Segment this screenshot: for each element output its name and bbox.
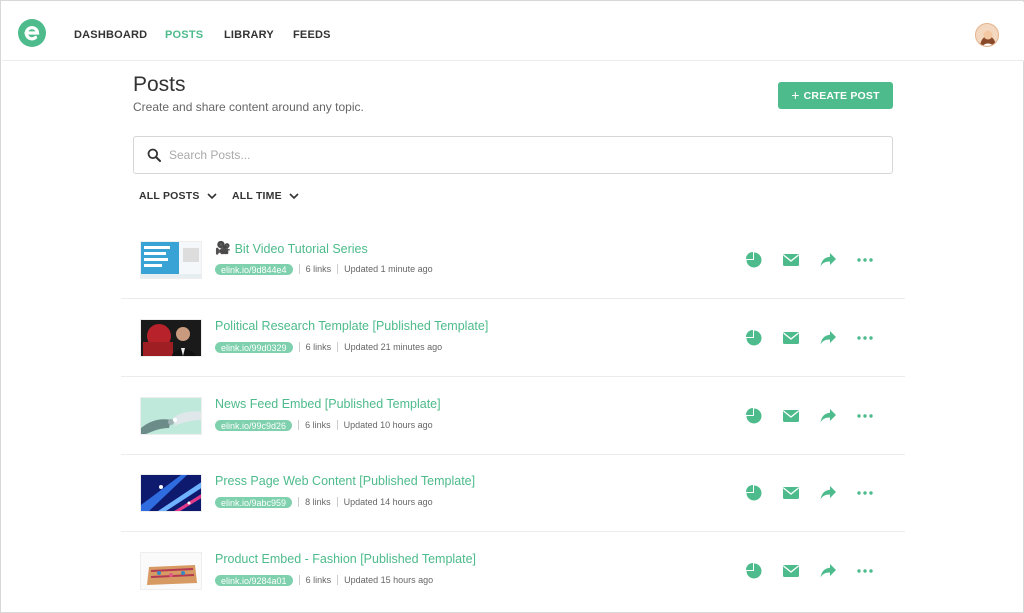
analytics-pie-icon[interactable] [745, 407, 763, 425]
post-thumbnail[interactable] [140, 319, 202, 357]
meta-divider [336, 497, 338, 507]
email-icon[interactable] [782, 329, 800, 347]
filter-time-label: ALL TIME [232, 190, 282, 202]
top-nav: DASHBOARD POSTS LIBRARY FEEDS [2, 2, 1024, 61]
post-row[interactable]: Press Page Web Content [Published Templa… [121, 454, 905, 532]
post-title: Political Research Template [Published T… [215, 319, 489, 333]
post-updated-time: Updated 10 hours ago [343, 420, 433, 430]
post-title: News Feed Embed [Published Template] [215, 397, 441, 411]
analytics-pie-icon[interactable] [745, 562, 763, 580]
nav-feeds[interactable]: FEEDS [293, 29, 331, 41]
plus-icon: + [791, 87, 800, 103]
post-link-count: 6 links [305, 420, 331, 430]
create-post-button[interactable]: + CREATE POST [778, 82, 893, 109]
filter-time-dropdown[interactable]: ALL TIME [232, 190, 299, 202]
avatar-portrait-icon [976, 24, 998, 46]
post-title-link[interactable]: 🎥 Bit Video Tutorial Series [215, 241, 368, 256]
post-updated-time: Updated 21 minutes ago [344, 342, 443, 352]
video-camera-icon: 🎥 [215, 241, 231, 255]
search-box [133, 136, 893, 174]
post-updated-time: Updated 1 minute ago [344, 264, 433, 274]
create-post-label: CREATE POST [803, 89, 880, 102]
post-link-count: 6 links [305, 264, 332, 274]
meta-divider [336, 420, 338, 430]
user-avatar[interactable] [975, 23, 999, 47]
post-short-link[interactable]: elink.io/9abc959 [215, 496, 293, 508]
post-short-link[interactable]: elink.io/99d0329 [215, 341, 293, 353]
meta-divider [298, 264, 300, 274]
more-options-icon[interactable] [856, 407, 874, 425]
share-arrow-icon[interactable] [819, 251, 837, 269]
meta-divider [337, 575, 339, 585]
chevron-down-icon [206, 192, 217, 199]
post-meta: elink.io/99d0329 6 links Updated 21 minu… [215, 341, 442, 353]
search-input[interactable] [169, 145, 869, 165]
post-actions [745, 562, 875, 580]
page-subtitle: Create and share content around any topi… [133, 100, 364, 114]
nav-posts[interactable]: POSTS [165, 29, 203, 41]
filter-post-type-dropdown[interactable]: ALL POSTS [139, 190, 217, 202]
nav-dashboard[interactable]: DASHBOARD [74, 29, 147, 41]
share-arrow-icon[interactable] [819, 329, 837, 347]
post-updated-time: Updated 15 hours ago [344, 575, 434, 585]
post-row[interactable]: 🎥 Bit Video Tutorial Series elink.io/9d8… [121, 221, 905, 299]
share-arrow-icon[interactable] [819, 407, 837, 425]
meta-divider [337, 264, 339, 274]
email-icon[interactable] [782, 484, 800, 502]
post-title: Press Page Web Content [Published Templa… [215, 474, 476, 488]
post-row[interactable]: Product Embed - Fashion [Published Templ… [121, 532, 905, 610]
elink-logo-icon[interactable] [18, 19, 46, 47]
app-frame: DASHBOARD POSTS LIBRARY FEEDS Posts Crea… [0, 0, 1024, 613]
post-meta: elink.io/9284a01 6 links Updated 15 hour… [215, 574, 433, 586]
post-thumbnail[interactable] [140, 397, 202, 435]
filter-post-type-label: ALL POSTS [139, 190, 200, 202]
post-short-link[interactable]: elink.io/99c9d26 [215, 419, 293, 431]
more-options-icon[interactable] [856, 484, 874, 502]
analytics-pie-icon[interactable] [745, 329, 763, 347]
meta-divider [337, 342, 339, 352]
post-thumbnail[interactable] [140, 552, 202, 590]
more-options-icon[interactable] [856, 562, 874, 580]
post-actions [745, 407, 875, 425]
meta-divider [298, 497, 300, 507]
post-meta: elink.io/9abc959 8 links Updated 14 hour… [215, 496, 433, 508]
email-icon[interactable] [782, 251, 800, 269]
post-link-count: 6 links [305, 342, 332, 352]
post-actions [745, 484, 875, 502]
meta-divider [298, 575, 300, 585]
post-thumbnail[interactable] [140, 241, 202, 279]
nav-library[interactable]: LIBRARY [224, 29, 274, 41]
post-title-link[interactable]: News Feed Embed [Published Template] [215, 397, 441, 411]
share-arrow-icon[interactable] [819, 562, 837, 580]
post-title: Bit Video Tutorial Series [234, 241, 368, 256]
more-options-icon[interactable] [856, 251, 874, 269]
post-meta: elink.io/99c9d26 6 links Updated 10 hour… [215, 419, 433, 431]
chevron-down-icon [289, 192, 299, 199]
more-options-icon[interactable] [856, 329, 874, 347]
post-actions [745, 329, 875, 347]
post-link-count: 6 links [305, 575, 332, 585]
email-icon[interactable] [782, 407, 800, 425]
share-arrow-icon[interactable] [819, 484, 837, 502]
post-title-link[interactable]: Product Embed - Fashion [Published Templ… [215, 552, 476, 566]
post-updated-time: Updated 14 hours ago [343, 497, 433, 507]
page-title: Posts [133, 73, 186, 96]
search-icon [147, 148, 161, 162]
email-icon[interactable] [782, 562, 800, 580]
post-short-link[interactable]: elink.io/9d844e4 [215, 263, 293, 275]
meta-divider [298, 342, 300, 352]
post-short-link[interactable]: elink.io/9284a01 [215, 574, 293, 586]
post-title-link[interactable]: Political Research Template [Published T… [215, 319, 488, 333]
post-meta: elink.io/9d844e4 6 links Updated 1 minut… [215, 263, 433, 275]
analytics-pie-icon[interactable] [745, 484, 763, 502]
post-row[interactable]: News Feed Embed [Published Template] eli… [121, 377, 905, 455]
meta-divider [298, 420, 300, 430]
post-title-link[interactable]: Press Page Web Content [Published Templa… [215, 474, 475, 488]
post-title: Product Embed - Fashion [Published Templ… [215, 552, 477, 566]
post-link-count: 8 links [305, 497, 331, 507]
analytics-pie-icon[interactable] [745, 251, 763, 269]
post-thumbnail[interactable] [140, 474, 202, 512]
post-actions [745, 251, 875, 269]
post-row[interactable]: Political Research Template [Published T… [121, 299, 905, 377]
